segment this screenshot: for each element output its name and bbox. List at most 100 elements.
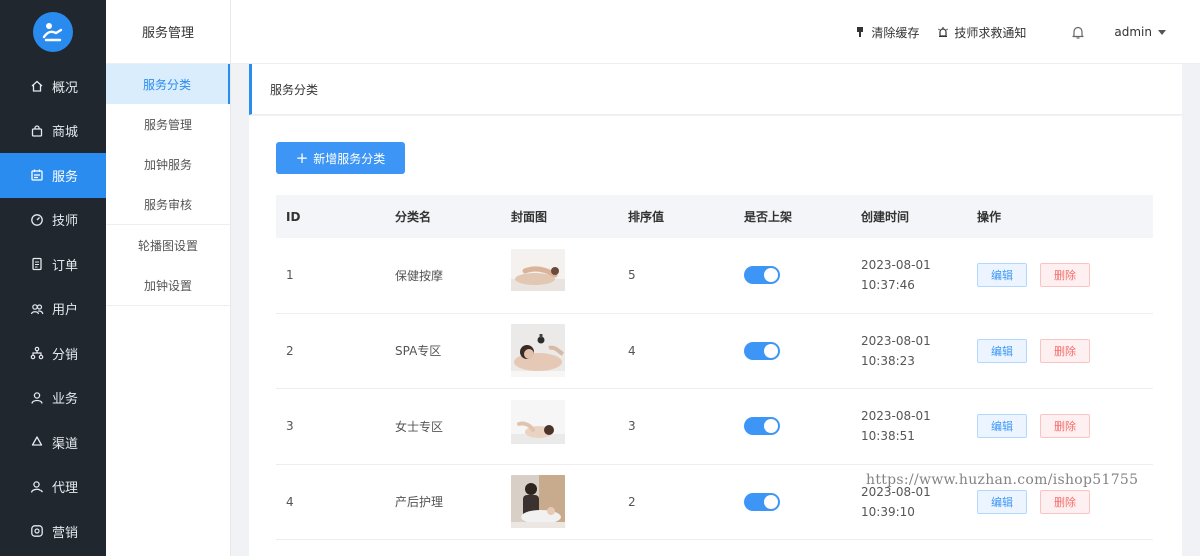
table-row: 1 保健按摩 5 2023-08-01 10:37:46 编辑 删除 — [276, 238, 1153, 314]
nav-label: 概况 — [52, 80, 79, 96]
on-shelf-toggle[interactable] — [744, 417, 780, 436]
breadcrumb-current: 服务分类 — [270, 82, 319, 97]
person-icon — [30, 391, 44, 405]
plus-icon: + — [295, 148, 309, 167]
row-sort: 3 — [628, 419, 636, 434]
row-sort: 5 — [628, 268, 636, 283]
nav-label: 业务 — [52, 392, 79, 408]
nav-label: 分销 — [52, 347, 79, 363]
category-table: ID 分类名 封面图 排序值 是否上架 创建时间 操作 1 保健按摩 5 202… — [276, 195, 1153, 540]
delete-button[interactable]: 删除 — [1040, 263, 1090, 288]
nav-label: 代理 — [52, 481, 79, 497]
row-id: 4 — [286, 494, 294, 509]
table-row: 3 女士专区 3 2023-08-01 10:38:51 编辑 删除 — [276, 389, 1153, 465]
submenu-item-carousel-settings[interactable]: 轮播图设置 — [106, 225, 230, 265]
submenu-title: 服务管理 — [106, 0, 230, 64]
document-icon — [30, 257, 44, 271]
nav-label: 技师 — [52, 214, 79, 230]
top-header: 清除缓存 技师求救通知 admin — [231, 0, 1200, 64]
username: admin — [1114, 25, 1152, 39]
service-icon — [30, 168, 44, 182]
submenu-item-service-category[interactable]: 服务分类 — [106, 64, 230, 104]
bell-icon[interactable] — [1070, 24, 1086, 40]
nav-item-orders[interactable]: 订单 — [0, 242, 106, 287]
row-id: 1 — [286, 268, 294, 283]
submenu-item-overtime-service[interactable]: 加钟服务 — [106, 144, 230, 184]
row-time: 10:37:46 — [861, 278, 915, 293]
row-sort: 2 — [628, 494, 636, 509]
app-logo[interactable] — [33, 12, 73, 52]
row-name: 产后护理 — [395, 495, 444, 510]
delete-button[interactable]: 删除 — [1040, 489, 1090, 514]
row-time: 10:39:10 — [861, 504, 915, 519]
broom-icon — [854, 26, 866, 38]
table-header: ID 分类名 封面图 排序值 是否上架 创建时间 操作 — [276, 195, 1153, 238]
submenu-item-service-review[interactable]: 服务审核 — [106, 184, 230, 224]
clear-cache-label: 清除缓存 — [871, 25, 920, 40]
user-menu[interactable]: admin — [1114, 25, 1166, 39]
row-id: 3 — [286, 419, 294, 434]
nav-item-overview[interactable]: 概况 — [0, 64, 106, 109]
recycle-icon — [30, 435, 44, 449]
nav-item-service[interactable]: 服务 — [0, 153, 106, 198]
submenu-divider — [106, 305, 230, 306]
clear-cache-button[interactable]: 清除缓存 — [854, 24, 919, 41]
nav-item-agent[interactable]: 代理 — [0, 465, 106, 510]
edit-button[interactable]: 编辑 — [977, 263, 1027, 288]
row-date: 2023-08-01 — [861, 258, 931, 273]
nav-item-business[interactable]: 业务 — [0, 376, 106, 421]
edit-button[interactable]: 编辑 — [977, 414, 1027, 439]
delete-button[interactable]: 删除 — [1040, 414, 1090, 439]
nav-label: 订单 — [52, 258, 79, 274]
on-shelf-toggle[interactable] — [744, 492, 780, 511]
agent-icon — [30, 480, 44, 494]
cover-image[interactable] — [511, 475, 565, 529]
row-sort: 4 — [628, 343, 636, 358]
alarm-icon — [937, 26, 949, 38]
column-header-sort: 排序值 — [628, 210, 665, 224]
delete-button[interactable]: 删除 — [1040, 338, 1090, 363]
home-icon — [30, 79, 44, 93]
on-shelf-toggle[interactable] — [744, 341, 780, 360]
rescue-notice-label: 技师求救通知 — [954, 25, 1027, 40]
cover-image[interactable] — [511, 399, 565, 453]
row-name: SPA专区 — [395, 344, 442, 359]
nav-item-channel[interactable]: 渠道 — [0, 420, 106, 465]
edit-button[interactable]: 编辑 — [977, 338, 1027, 363]
nav-item-marketing[interactable]: 营销 — [0, 509, 106, 554]
row-date: 2023-08-01 — [861, 409, 931, 424]
nav-item-technician[interactable]: 技师 — [0, 198, 106, 243]
nav-item-users[interactable]: 用户 — [0, 287, 106, 332]
logo-area — [0, 0, 106, 64]
column-header-name: 分类名 — [395, 210, 432, 224]
nav-item-distribution[interactable]: 分销 — [0, 331, 106, 376]
column-header-actions: 操作 — [977, 210, 1002, 224]
add-category-label: 新增服务分类 — [313, 151, 386, 166]
main-sidebar: 概况 商城 服务 技师 订单 用户 分销 业务 渠道 代理 营销 — [0, 0, 106, 556]
nav-label: 用户 — [52, 303, 79, 319]
caret-down-icon — [1158, 29, 1166, 35]
breadcrumb: 服务分类 — [249, 64, 1182, 115]
rescue-notice-button[interactable]: 技师求救通知 — [937, 24, 1026, 41]
edit-button[interactable]: 编辑 — [977, 489, 1027, 514]
row-name: 保健按摩 — [395, 268, 444, 283]
marketing-icon — [30, 524, 44, 538]
add-category-button[interactable]: + 新增服务分类 — [276, 142, 405, 174]
network-icon — [30, 346, 44, 360]
cover-image[interactable] — [511, 324, 565, 378]
submenu: 服务管理 服务分类 服务管理 加钟服务 服务审核 轮播图设置 加钟设置 — [106, 0, 231, 556]
row-time: 10:38:23 — [861, 353, 915, 368]
gauge-icon — [30, 213, 44, 227]
row-date: 2023-08-01 — [861, 333, 931, 348]
table-row: 2 SPA专区 4 2023-08-01 10:38:23 编辑 删除 — [276, 314, 1153, 389]
cover-image[interactable] — [511, 248, 565, 302]
submenu-item-overtime-settings[interactable]: 加钟设置 — [106, 265, 230, 305]
users-icon — [30, 302, 44, 316]
bag-icon — [30, 124, 44, 138]
nav-item-mall[interactable]: 商城 — [0, 109, 106, 154]
on-shelf-toggle[interactable] — [744, 266, 780, 285]
column-header-on-shelf: 是否上架 — [744, 210, 793, 224]
row-name: 女士专区 — [395, 419, 444, 434]
submenu-item-service-management[interactable]: 服务管理 — [106, 104, 230, 144]
column-header-created: 创建时间 — [861, 209, 910, 224]
